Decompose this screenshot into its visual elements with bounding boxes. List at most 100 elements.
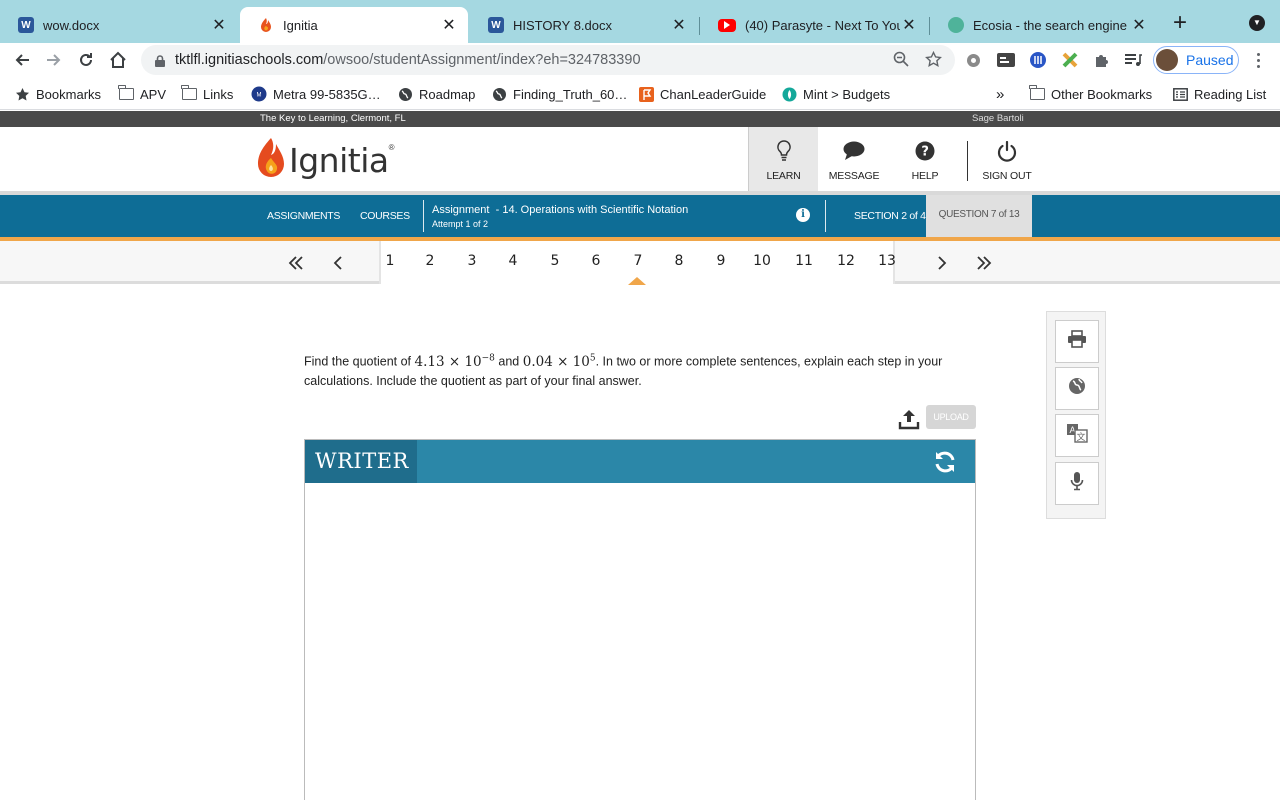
site-top-strip: The Key to Learning, Clermont, FL Sage B…: [0, 111, 1280, 127]
first-page-icon[interactable]: [286, 251, 306, 275]
nav-sign-out[interactable]: SIGN OUT: [972, 127, 1042, 191]
close-icon[interactable]: ✕: [1130, 15, 1148, 35]
tab-search-icon[interactable]: ▼: [1249, 15, 1265, 31]
close-icon[interactable]: ✕: [210, 15, 228, 35]
folder-icon: [180, 85, 197, 102]
refresh-icon[interactable]: [933, 450, 957, 474]
forward-icon[interactable]: [41, 47, 67, 73]
extensions-puzzle-icon[interactable]: [1093, 51, 1111, 69]
browser-menu-icon[interactable]: [1250, 51, 1266, 69]
bookmark-finding-truth[interactable]: Finding_Truth_60…: [491, 84, 627, 104]
question-indicator: QUESTION 7 of 13: [926, 195, 1032, 237]
microphone-button[interactable]: [1055, 462, 1099, 505]
globe-icon: [1068, 377, 1086, 400]
star-bookmark-icon[interactable]: [924, 50, 942, 68]
page-1[interactable]: 1: [379, 253, 401, 269]
address-bar[interactable]: tktlfl.ignitiaschools.com/owsoo/studentA…: [141, 45, 955, 75]
page-10[interactable]: 10: [751, 253, 773, 269]
tab-history-docx[interactable]: W HISTORY 8.docx ✕: [470, 7, 698, 43]
upload-icon[interactable]: [898, 408, 920, 430]
bookmarks-overflow-button[interactable]: »: [996, 84, 1004, 104]
tab-ecosia[interactable]: Ecosia - the search engine th ✕: [930, 7, 1158, 43]
print-button[interactable]: [1055, 320, 1099, 363]
tab-title: HISTORY 8.docx: [513, 17, 612, 33]
nav-help[interactable]: ? HELP: [890, 127, 960, 191]
bookmark-links[interactable]: Links: [180, 84, 233, 104]
profile-status: Paused: [1186, 52, 1234, 68]
tab-youtube[interactable]: (40) Parasyte - Next To You ( ✕: [700, 7, 928, 43]
page-5[interactable]: 5: [544, 253, 566, 269]
bookmark-apv[interactable]: APV: [117, 84, 166, 104]
bookmark-chanleaderguide[interactable]: ChanLeaderGuide: [638, 84, 766, 104]
bookmark-metra[interactable]: M Metra 99-5835G…: [251, 84, 381, 104]
new-tab-button[interactable]: +: [1168, 11, 1192, 36]
menu-courses[interactable]: COURSES: [360, 210, 410, 222]
word-icon: W: [18, 17, 34, 33]
page-7-current[interactable]: 7: [627, 253, 649, 269]
tab-ignitia[interactable]: Ignitia ✕: [240, 7, 468, 43]
next-page-icon[interactable]: [932, 251, 952, 275]
back-icon[interactable]: [9, 47, 35, 73]
nav-message[interactable]: MESSAGE: [819, 127, 889, 191]
power-icon: [997, 139, 1017, 163]
svg-text:M: M: [257, 93, 262, 99]
media-queue-icon[interactable]: [1124, 51, 1142, 69]
url-text: tktlfl.ignitiaschools.com/owsoo/studentA…: [175, 52, 641, 68]
writer-header: WRITER: [305, 440, 975, 483]
close-icon[interactable]: ✕: [900, 15, 918, 35]
section-indicator: SECTION 2 of 4: [854, 210, 926, 222]
page-4[interactable]: 4: [502, 253, 524, 269]
extension-gear-icon[interactable]: [964, 51, 982, 69]
page-3[interactable]: 3: [461, 253, 483, 269]
microphone-icon: [1070, 471, 1084, 496]
attempt-count: Attempt 1 of 2: [432, 219, 489, 229]
printer-icon: [1067, 330, 1087, 353]
close-icon[interactable]: ✕: [440, 15, 458, 35]
zoom-icon[interactable]: [892, 50, 910, 68]
reload-icon[interactable]: [73, 47, 99, 73]
ignitia-flame-icon: [258, 17, 274, 33]
page-2[interactable]: 2: [419, 253, 441, 269]
browser-tab-strip: W wow.docx ✕ Ignitia ✕ W HISTORY 8.docx …: [0, 0, 1280, 43]
bookmark-mint[interactable]: Mint > Budgets: [781, 84, 890, 104]
page-6[interactable]: 6: [585, 253, 607, 269]
close-icon[interactable]: ✕: [670, 15, 688, 35]
translate-icon: A文: [1066, 423, 1088, 448]
page-11[interactable]: 11: [793, 253, 815, 269]
profile-button[interactable]: Paused: [1153, 46, 1239, 74]
extension-card-icon[interactable]: [997, 51, 1015, 69]
extension-circle-icon[interactable]: [1029, 51, 1047, 69]
translate-button[interactable]: A文: [1055, 414, 1099, 457]
page-9[interactable]: 9: [710, 253, 732, 269]
bookmarks-bar: Bookmarks APV Links M Metra 99-5835G… Ro…: [0, 77, 1280, 110]
question-icon: ?: [915, 139, 935, 163]
youtube-icon: [718, 18, 736, 32]
menu-assignments[interactable]: ASSIGNMENTS: [267, 210, 340, 222]
svg-text:?: ?: [921, 145, 928, 160]
reading-list-button[interactable]: Reading List: [1172, 84, 1266, 104]
globe-tool-button[interactable]: [1055, 367, 1099, 410]
ignitia-logo[interactable]: Ignitia ®: [255, 137, 395, 183]
assignment-info: Assignment - 14. Operations with Scienti…: [432, 204, 688, 229]
bookmark-bookmarks[interactable]: Bookmarks: [14, 84, 101, 104]
previous-page-icon[interactable]: [328, 251, 348, 275]
flag-icon: [638, 86, 654, 102]
info-icon[interactable]: i: [796, 208, 810, 222]
extension-x-icon[interactable]: [1061, 51, 1079, 69]
chat-bubble-icon: [843, 139, 865, 163]
bookmark-roadmap[interactable]: Roadmap: [397, 84, 475, 104]
registered-mark: ®: [388, 143, 395, 152]
upload-button[interactable]: UPLOAD: [926, 405, 976, 429]
page-13[interactable]: 13: [876, 253, 898, 269]
folder-icon: [1028, 85, 1045, 102]
globe-icon: [397, 86, 413, 102]
home-icon[interactable]: [105, 47, 131, 73]
page-12[interactable]: 12: [835, 253, 857, 269]
reading-list-icon: [1172, 86, 1188, 102]
nav-learn[interactable]: LEARN: [748, 127, 818, 191]
answer-text-area[interactable]: [305, 483, 975, 801]
tab-wow-docx[interactable]: W wow.docx ✕: [0, 7, 238, 43]
last-page-icon[interactable]: [974, 251, 994, 275]
page-8[interactable]: 8: [668, 253, 690, 269]
bookmark-other-bookmarks[interactable]: Other Bookmarks: [1028, 84, 1152, 104]
